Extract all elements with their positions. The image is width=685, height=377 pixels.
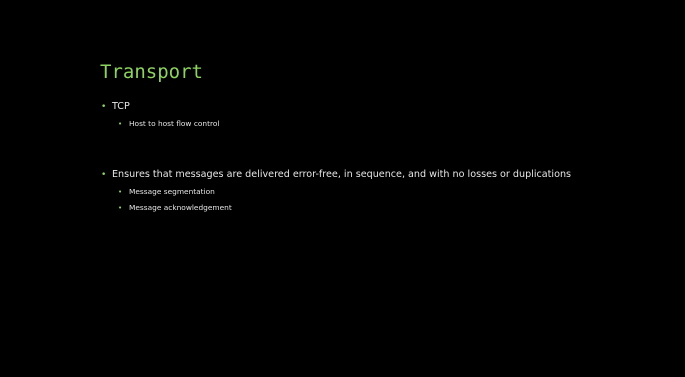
sub-bullet-item: • Message segmentation bbox=[117, 187, 600, 197]
bullet-dot-icon: • bbox=[101, 102, 107, 112]
sub-bullet-item: • Host to host flow control bbox=[117, 119, 600, 129]
bullet-dot-icon: • bbox=[101, 170, 107, 180]
sub-bullet-text: Message acknowledgement bbox=[129, 203, 232, 212]
slide: Transport • TCP • Host to host flow cont… bbox=[0, 0, 685, 377]
sub-bullet-text: Message segmentation bbox=[129, 187, 215, 196]
bullet-item-ensures: • Ensures that messages are delivered er… bbox=[100, 169, 600, 181]
bullet-dot-icon: • bbox=[118, 188, 123, 196]
bullet-dot-icon: • bbox=[118, 204, 123, 212]
bullet-item-tcp: • TCP bbox=[100, 101, 600, 113]
slide-title: Transport bbox=[100, 61, 203, 83]
sub-bullet-item: • Message acknowledgement bbox=[117, 203, 600, 213]
bullet-text: TCP bbox=[112, 101, 130, 112]
bullet-list: • TCP • Host to host flow control • Ensu… bbox=[100, 101, 600, 213]
sub-bullet-text: Host to host flow control bbox=[129, 119, 220, 128]
bullet-text: Ensures that messages are delivered erro… bbox=[112, 169, 572, 180]
bullet-dot-icon: • bbox=[118, 120, 123, 128]
